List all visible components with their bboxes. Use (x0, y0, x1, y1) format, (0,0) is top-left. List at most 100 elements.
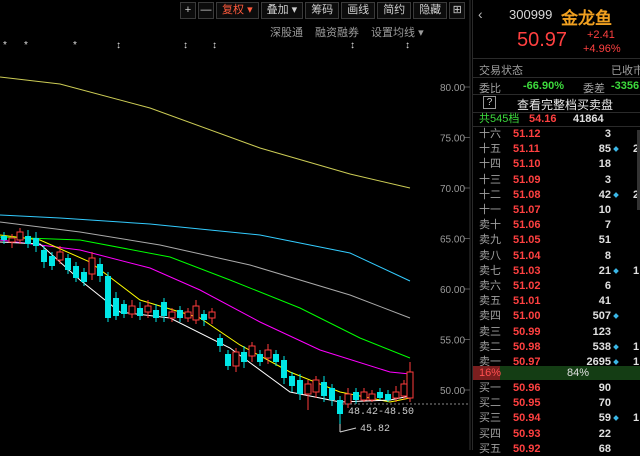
candle-body (344, 393, 352, 405)
event-marker[interactable]: * (24, 40, 28, 51)
candle-body (168, 311, 176, 319)
candle-body (137, 308, 143, 316)
price-change-pct: +4.96% (583, 43, 621, 55)
orderbook-row: 买一 50.96 90 (479, 381, 640, 395)
shenzhen-connect-link[interactable]: 深股通 (270, 24, 303, 40)
moving-average-line (0, 241, 411, 403)
level-price: 50.95 (513, 397, 541, 410)
level-price: 51.12 (513, 128, 541, 140)
level-price: 50.94 (513, 412, 541, 425)
candle-body (406, 371, 414, 399)
chevron-down-icon: ▾ (291, 4, 298, 16)
orderbook-row: 卖九 51.05 51 (479, 233, 640, 247)
candle-body (385, 394, 391, 400)
event-marker[interactable]: ↕ (212, 40, 217, 51)
price-tick-label: 70.00 (440, 184, 465, 195)
orderbook-row: 卖三 50.99 123 (479, 325, 640, 339)
level-label: 买四 (479, 427, 501, 440)
chips-button[interactable]: 筹码 (305, 2, 340, 19)
last-price: 50.97 (517, 29, 568, 51)
large-order-marker-icon (613, 415, 619, 422)
level-price: 51.07 (513, 204, 541, 216)
ma-settings-dropdown[interactable]: 设置均线 ▾ (371, 24, 424, 40)
low-pointer-line (339, 427, 357, 433)
kline-chart[interactable]: 80.00 75.00 70.00 65.00 60.00 55.00 50.00 48.4… (0, 0, 472, 450)
level-price: 51.09 (513, 173, 541, 186)
candle-body (153, 310, 159, 318)
level-price: 50.96 (513, 382, 541, 394)
event-marker[interactable]: ↕ (183, 40, 188, 51)
adjust-label: 复权 (222, 4, 244, 16)
level-price: 50.98 (513, 340, 541, 353)
price-change: +2.41 (587, 29, 615, 41)
orderbook-row: 卖十 51.06 7 (479, 218, 640, 232)
candle-body (33, 238, 39, 246)
level-label: 十六 (479, 128, 501, 140)
book-summary-row: 共545档 54.16 41864 (479, 112, 640, 126)
candle-body (304, 383, 312, 395)
zoom-in-button[interactable]: + (180, 2, 196, 19)
bid-ratio-value: -66.90% (523, 80, 564, 92)
view-full-book-link[interactable]: 查看完整档买卖盘 (517, 96, 613, 113)
collapse-arrow-icon[interactable]: ‹ (478, 6, 483, 22)
candle-body (88, 257, 96, 275)
large-order-marker-icon (613, 267, 619, 274)
event-marker[interactable]: ↕ (116, 40, 121, 51)
level-extra: 1 (633, 340, 640, 353)
ma-settings-label: 设置均线 (371, 27, 415, 39)
candle-body (281, 360, 287, 378)
candle-body (201, 314, 207, 320)
candle-body (73, 266, 79, 278)
level-label: 卖三 (479, 325, 501, 338)
draw-line-button[interactable]: 画线 (341, 2, 376, 19)
chart-toolbar: + — 复权 ▾ 叠加 ▾ 筹码 画线 简约 隐藏 ⊞ (180, 2, 466, 20)
orderbook-row: 卖八 51.04 8 (479, 249, 640, 263)
candle-body (353, 392, 359, 400)
level-price: 51.04 (513, 249, 541, 262)
candle-body (49, 256, 55, 266)
orderbook-row: 买三 50.94 59 1 (479, 411, 640, 425)
candle-body (16, 231, 24, 241)
level-volume: 8 (604, 249, 611, 262)
orderbook-row: 卖七 51.03 21 1 (479, 264, 640, 278)
large-order-marker-icon (613, 359, 619, 365)
event-marker[interactable]: * (73, 40, 77, 51)
adjust-dropdown[interactable]: 复权 ▾ (216, 2, 259, 19)
zoom-out-button[interactable]: — (198, 2, 214, 19)
price-chart-canvas[interactable]: 80.00 75.00 70.00 65.00 60.00 55.00 50.00 48.4… (0, 0, 472, 450)
candle-body (264, 349, 272, 359)
level-price: 50.93 (513, 427, 541, 440)
moving-average-line (0, 76, 411, 189)
low-annotation: 45.82 (360, 424, 390, 435)
level-label: 卖五 (479, 295, 501, 308)
level-volume: 3 (604, 173, 611, 186)
level-volume: 85 (598, 143, 611, 156)
event-marker[interactable]: ↕ (350, 40, 355, 51)
event-marker[interactable]: * (3, 40, 7, 51)
annotations: 48.42-48.50 45.82 (339, 403, 470, 435)
level-volume: 90 (598, 382, 611, 394)
event-marker[interactable]: ↕ (405, 40, 410, 51)
level-volume: 3 (604, 128, 611, 140)
price-tick-label: 65.00 (440, 235, 465, 246)
help-icon[interactable]: ? (483, 96, 496, 109)
level-volume: 507 (592, 310, 611, 323)
candle-body (225, 354, 231, 366)
level-price: 51.00 (513, 310, 541, 323)
grid-icon[interactable]: ⊞ (449, 2, 466, 19)
trade-status-label: 交易状态 (479, 65, 523, 77)
simple-mode-button[interactable]: 简约 (377, 2, 412, 19)
level-label: 卖四 (479, 310, 501, 323)
candle-body (192, 305, 200, 321)
buy-strength-pct: 16% (479, 367, 502, 379)
orderbook-row: 十六 51.12 3 (479, 127, 640, 141)
level-label: 买一 (479, 382, 501, 394)
event-markers: * * * ↕ ↕ ↕ ↕ ↕ (0, 40, 420, 52)
total-levels: 共545档 (479, 113, 520, 125)
range-annotation: 48.42-48.50 (348, 407, 414, 418)
overlay-dropdown[interactable]: 叠加 ▾ (260, 2, 304, 19)
level-price: 51.02 (513, 280, 541, 292)
hide-button[interactable]: 隐藏 (413, 2, 448, 19)
candle-body (241, 352, 247, 362)
margin-trading-link[interactable]: 融资融券 (315, 24, 359, 40)
